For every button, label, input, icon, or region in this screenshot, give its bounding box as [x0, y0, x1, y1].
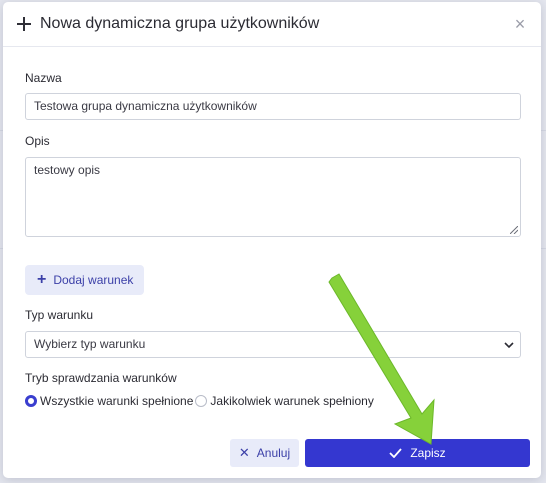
radio-all-conditions[interactable] — [25, 395, 37, 407]
dialog: Nowa dynamiczna grupa użytkowników × Naz… — [3, 2, 541, 478]
chevron-down-icon — [504, 342, 514, 349]
dialog-title: Nowa dynamiczna grupa użytkowników — [40, 15, 320, 32]
check-icon — [389, 448, 403, 458]
check-mode-label: Tryb sprawdzania warunków — [25, 371, 177, 385]
name-label: Nazwa — [25, 71, 62, 85]
save-label: Zapisz — [410, 446, 446, 460]
save-button[interactable]: Zapisz — [305, 439, 530, 467]
description-field[interactable]: testowy opis — [25, 157, 521, 237]
check-mode-radio-group: Wszystkie warunki spełnione Jakikolwiek … — [25, 394, 376, 408]
radio-all-conditions-label[interactable]: Wszystkie warunki spełnione — [40, 394, 193, 408]
description-label: Opis — [25, 134, 50, 148]
name-field[interactable]: Testowa grupa dynamiczna użytkowników — [25, 93, 521, 120]
close-icon[interactable]: × — [509, 13, 531, 35]
add-condition-label: Dodaj warunek — [53, 273, 134, 287]
annotation-arrow — [328, 273, 435, 445]
plus-icon: + — [37, 271, 47, 288]
condition-type-value: Wybierz typ warunku — [34, 337, 146, 351]
radio-any-condition[interactable] — [195, 395, 208, 407]
cancel-label: Anuluj — [256, 446, 291, 460]
plus-icon — [15, 15, 33, 33]
dialog-header: Nowa dynamiczna grupa użytkowników × — [3, 2, 541, 47]
radio-any-condition-label[interactable]: Jakikolwiek warunek spełniony — [210, 394, 373, 408]
cancel-button[interactable]: ✕ Anuluj — [230, 439, 299, 467]
condition-type-select[interactable]: Wybierz typ warunku — [25, 331, 521, 358]
condition-type-label: Typ warunku — [25, 308, 94, 322]
x-icon: ✕ — [238, 445, 250, 460]
description-text: testowy opis — [34, 163, 101, 177]
add-condition-button[interactable]: + Dodaj warunek — [25, 265, 144, 295]
resize-handle-icon[interactable] — [510, 226, 518, 234]
